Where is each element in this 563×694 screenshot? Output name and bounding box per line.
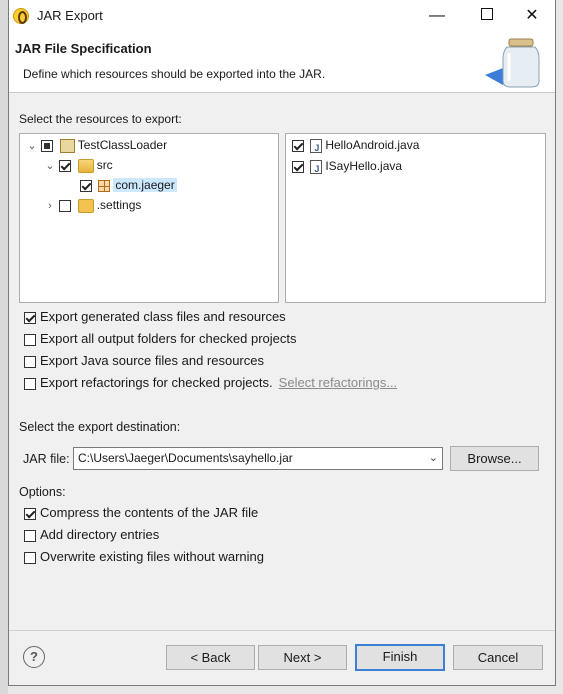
tree-item-label: .settings xyxy=(96,198,142,212)
eclipse-icon xyxy=(13,8,29,24)
page-description: Define which resources should be exporte… xyxy=(23,67,326,81)
wizard-header: JAR File Specification Define which reso… xyxy=(9,31,555,93)
chevron-down-icon[interactable]: ⌄ xyxy=(44,156,56,176)
option-label: Export generated class files and resourc… xyxy=(40,309,286,324)
option-label: Add directory entries xyxy=(40,527,160,542)
file-list[interactable]: HelloAndroid.java ISayHello.java xyxy=(285,133,546,303)
maximize-icon xyxy=(481,8,493,20)
browse-button[interactable]: Browse... xyxy=(450,446,539,471)
option-overwrite[interactable]: Overwrite existing files without warning xyxy=(24,547,264,567)
option-export-output-folders[interactable]: Export all output folders for checked pr… xyxy=(24,329,297,349)
close-icon: ✕ xyxy=(525,7,539,24)
help-button[interactable]: ? xyxy=(23,646,45,668)
chevron-down-icon[interactable]: ⌄ xyxy=(26,136,38,156)
page-title: JAR File Specification xyxy=(15,41,152,56)
option-checkbox[interactable] xyxy=(24,529,36,542)
jar-file-label: JAR file: xyxy=(23,452,70,466)
cancel-button[interactable]: Cancel xyxy=(453,645,543,670)
help-icon: ? xyxy=(30,649,38,664)
tree-item-label: TestClassLoader xyxy=(77,138,168,152)
option-checkbox[interactable] xyxy=(24,333,36,346)
option-add-directory-entries[interactable]: Add directory entries xyxy=(24,525,159,545)
chevron-right-icon[interactable]: › xyxy=(44,196,56,216)
option-checkbox[interactable] xyxy=(24,551,36,564)
select-refactorings-link[interactable]: Select refactorings... xyxy=(279,375,398,390)
option-checkbox[interactable] xyxy=(24,311,36,324)
package-icon xyxy=(98,179,111,192)
source-folder-icon xyxy=(77,158,94,173)
option-checkbox[interactable] xyxy=(24,355,36,368)
tree-checkbox-package[interactable] xyxy=(80,179,92,192)
tree-item-label: com.jaeger xyxy=(113,178,177,192)
tree-item-label: src xyxy=(96,158,113,172)
list-item[interactable]: ISayHello.java xyxy=(292,156,403,179)
folder-icon xyxy=(77,198,94,213)
minimize-icon: — xyxy=(429,7,445,24)
jar-file-combo[interactable]: C:\Users\Jaeger\Documents\sayhello.jar ⌄ xyxy=(73,447,443,470)
option-label: Export refactorings for checked projects… xyxy=(40,375,273,390)
option-export-source-files[interactable]: Export Java source files and resources xyxy=(24,351,264,371)
option-label: Export Java source files and resources xyxy=(40,353,264,368)
option-label: Export all output folders for checked pr… xyxy=(40,331,297,346)
resources-label: Select the resources to export: xyxy=(19,112,182,126)
tree-checkbox-settings[interactable] xyxy=(59,199,72,212)
back-button[interactable]: < Back xyxy=(166,645,255,670)
options-label: Options: xyxy=(19,485,66,499)
list-item[interactable]: HelloAndroid.java xyxy=(292,135,420,158)
footer-divider xyxy=(9,630,555,631)
jar-icon xyxy=(485,38,540,88)
next-button[interactable]: Next > xyxy=(258,645,347,670)
chevron-down-icon[interactable]: ⌄ xyxy=(429,451,438,464)
option-checkbox[interactable] xyxy=(24,507,36,520)
file-label: ISayHello.java xyxy=(325,159,403,173)
project-icon xyxy=(59,138,75,153)
tree-checkbox-src[interactable] xyxy=(59,159,72,172)
window-title: JAR Export xyxy=(37,8,103,23)
finish-button[interactable]: Finish xyxy=(355,644,445,671)
destination-label: Select the export destination: xyxy=(19,420,181,434)
jar-export-dialog: JAR Export — ✕ JAR File Specification De… xyxy=(8,0,556,686)
file-label: HelloAndroid.java xyxy=(325,138,420,152)
tree-item-project[interactable]: ⌄ TestClassLoader xyxy=(26,135,167,155)
close-button[interactable]: ✕ xyxy=(509,0,555,31)
option-label: Overwrite existing files without warning xyxy=(40,549,264,564)
option-label: Compress the contents of the JAR file xyxy=(40,505,259,520)
jar-file-path: C:\Users\Jaeger\Documents\sayhello.jar xyxy=(78,451,293,465)
java-file-icon xyxy=(310,159,323,179)
option-export-refactorings[interactable]: Export refactorings for checked projects… xyxy=(24,373,397,393)
option-export-class-files[interactable]: Export generated class files and resourc… xyxy=(24,307,286,327)
tree-item-package[interactable]: com.jaeger xyxy=(80,175,177,195)
tree-item-settings[interactable]: › .settings xyxy=(44,195,141,215)
file-checkbox[interactable] xyxy=(292,139,304,152)
tree-checkbox-project[interactable] xyxy=(41,139,54,152)
resource-tree[interactable]: ⌄ TestClassLoader ⌄ src com.jaeger › .se… xyxy=(19,133,279,303)
title-bar: JAR Export — ✕ xyxy=(9,0,555,31)
java-file-icon xyxy=(310,138,323,158)
file-checkbox[interactable] xyxy=(292,160,304,173)
minimize-button[interactable]: — xyxy=(414,0,460,31)
option-compress[interactable]: Compress the contents of the JAR file xyxy=(24,503,258,523)
option-checkbox[interactable] xyxy=(24,377,36,390)
tree-item-src[interactable]: ⌄ src xyxy=(44,155,113,175)
background-window-strip xyxy=(0,0,8,694)
maximize-button[interactable] xyxy=(464,0,510,31)
